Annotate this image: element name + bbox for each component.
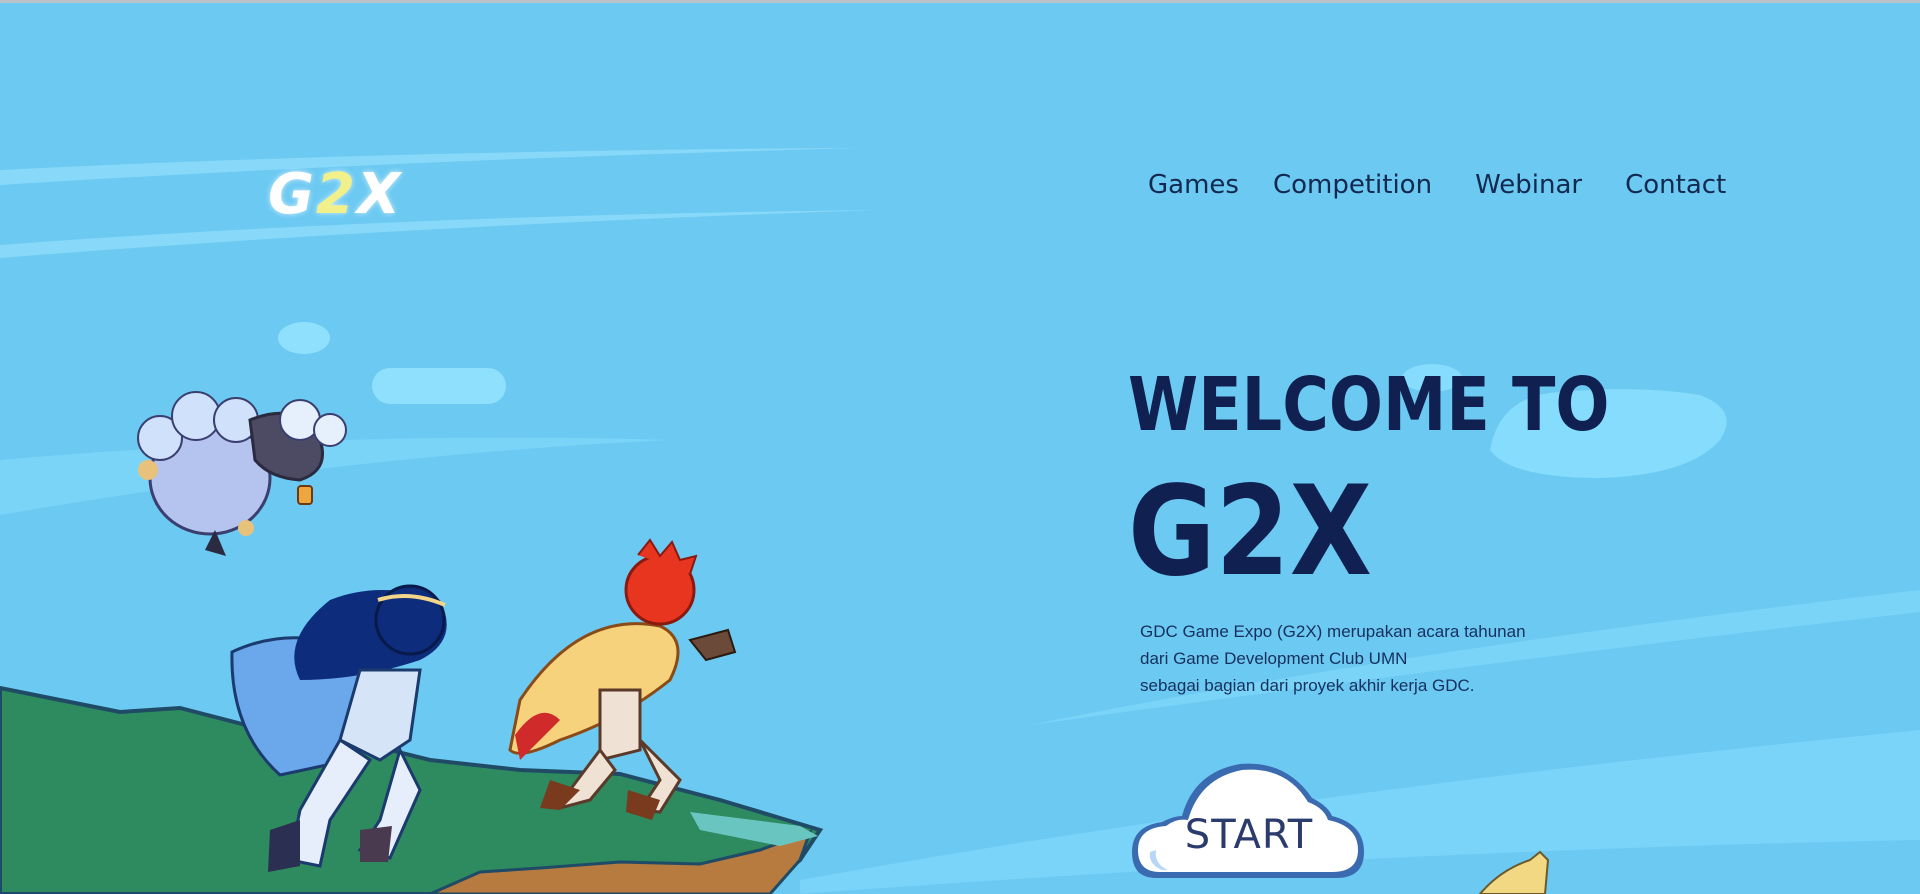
bird [1478,850,1550,894]
hero-illustration [0,148,1920,894]
hero-title: G2X [1128,460,1372,604]
cloud [372,368,506,404]
description-line: GDC Game Expo (G2X) merupakan acara tahu… [1140,622,1526,641]
nav-webinar[interactable]: Webinar [1475,170,1582,200]
description-line: sebagai bagian dari proyek akhir kerja G… [1140,676,1475,695]
start-label: START [1184,812,1314,858]
logo-letter: G [268,162,316,227]
nav-competition[interactable]: Competition [1273,170,1432,200]
nav-games[interactable]: Games [1148,170,1239,200]
logo-letter: 2 [315,162,357,227]
start-button[interactable]: START [1128,754,1370,882]
nav-contact[interactable]: Contact [1625,170,1726,200]
sky-streak [0,437,670,515]
description-line: dari Game Development Club UMN [1140,649,1408,668]
welcome-heading: WELCOME TO [1128,362,1610,448]
hero-description: GDC Game Expo (G2X) merupakan acara tahu… [1140,618,1600,699]
sky-streak [0,148,860,185]
sky-streak [0,210,880,258]
main-nav: Games Competition Webinar Contact [1148,170,1726,200]
flying-sheep [137,391,347,556]
g2x-logo[interactable]: G2X [268,162,402,227]
logo-letter: X [356,162,403,227]
cloud [278,322,330,354]
